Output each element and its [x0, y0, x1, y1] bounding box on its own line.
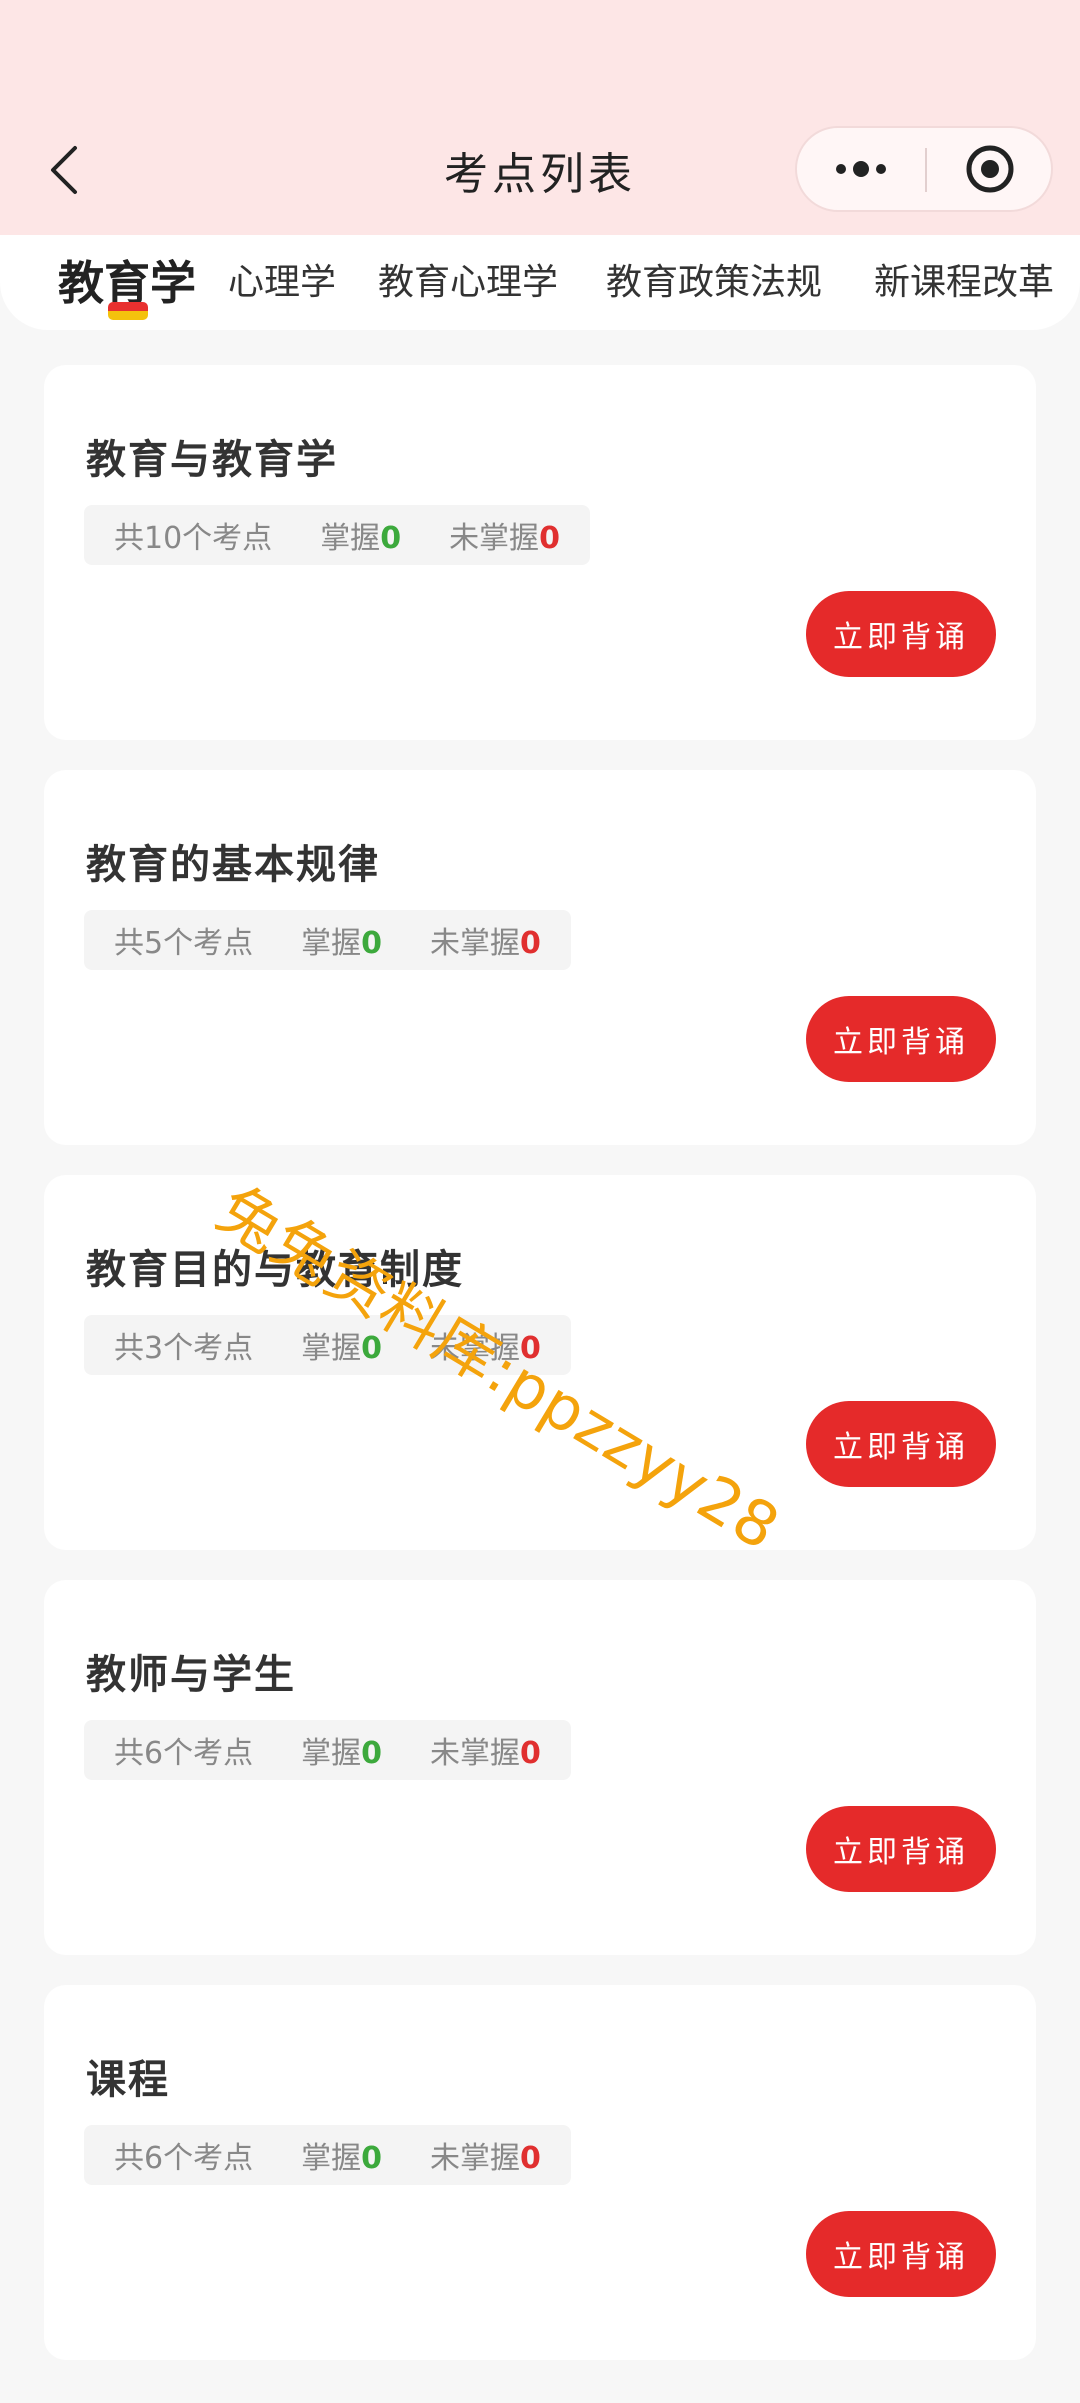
topic-title: 课程 [86, 2057, 170, 2103]
total-points: 共10个考点 [114, 521, 273, 556]
total-points: 共3个考点 [114, 1331, 254, 1366]
topic-stats: 共6个考点 掌握0 未掌握0 [84, 1720, 571, 1780]
mastered-stat: 掌握0 [301, 1736, 382, 1771]
unmastered-count: 0 [519, 926, 541, 961]
topic-card: 教师与学生 共6个考点 掌握0 未掌握0 立即背诵 [44, 1580, 1036, 1955]
total-points: 共6个考点 [114, 1736, 254, 1771]
total-points: 共5个考点 [114, 926, 254, 961]
topic-card: 教育的基本规律 共5个考点 掌握0 未掌握0 立即背诵 [44, 770, 1036, 1145]
active-tab-indicator [108, 302, 148, 320]
tab-new-curriculum-reform[interactable]: 新课程改革 [874, 253, 1054, 305]
mastered-stat: 掌握0 [301, 926, 382, 961]
mastered-stat: 掌握0 [301, 2141, 382, 2176]
topic-stats: 共5个考点 掌握0 未掌握0 [84, 910, 571, 970]
more-button[interactable] [797, 128, 925, 210]
recite-now-button[interactable]: 立即背诵 [806, 2211, 996, 2297]
tab-psychology[interactable]: 心理学 [228, 253, 336, 305]
unmastered-count: 0 [539, 521, 560, 556]
unmastered-stat: 未掌握0 [449, 521, 560, 556]
recite-now-button[interactable]: 立即背诵 [806, 1806, 996, 1892]
unmastered-stat: 未掌握0 [429, 926, 541, 961]
unmastered-stat: 未掌握0 [429, 2141, 541, 2176]
mastered-count: 0 [361, 1736, 382, 1771]
topic-card: 教育与教育学 共10个考点 掌握0 未掌握0 立即背诵 [44, 365, 1036, 740]
target-circle-icon [966, 145, 1014, 193]
topic-title: 教育与教育学 [86, 437, 338, 483]
mastered-stat: 掌握0 [320, 521, 402, 556]
total-points: 共6个考点 [114, 2141, 254, 2176]
mastered-count: 0 [380, 521, 402, 556]
unmastered-count: 0 [519, 1736, 541, 1771]
topic-card: 课程 共6个考点 掌握0 未掌握0 立即背诵 [44, 1985, 1036, 2360]
more-dots-icon [836, 161, 886, 177]
topic-title: 教师与学生 [86, 1652, 296, 1698]
recite-now-button[interactable]: 立即背诵 [806, 996, 996, 1082]
tab-educational-psychology[interactable]: 教育心理学 [378, 253, 558, 305]
unmastered-count: 0 [519, 2141, 541, 2176]
topic-title: 教育的基本规律 [86, 842, 380, 888]
recite-now-button[interactable]: 立即背诵 [806, 591, 996, 677]
topic-stats: 共10个考点 掌握0 未掌握0 [84, 505, 590, 565]
miniprogram-capsule [795, 126, 1053, 212]
category-tabs: 教育学 心理学 教育心理学 教育政策法规 新课程改革 [0, 235, 1080, 330]
close-miniprogram-button[interactable] [927, 128, 1053, 210]
recite-now-button[interactable]: 立即背诵 [806, 1401, 996, 1487]
topic-stats: 共6个考点 掌握0 未掌握0 [84, 2125, 571, 2185]
top-navigation-bar: 考点列表 [0, 0, 1080, 235]
unmastered-stat: 未掌握0 [429, 1736, 541, 1771]
tab-education-policy[interactable]: 教育政策法规 [606, 253, 822, 305]
mastered-count: 0 [361, 926, 382, 961]
mastered-count: 0 [361, 2141, 382, 2176]
